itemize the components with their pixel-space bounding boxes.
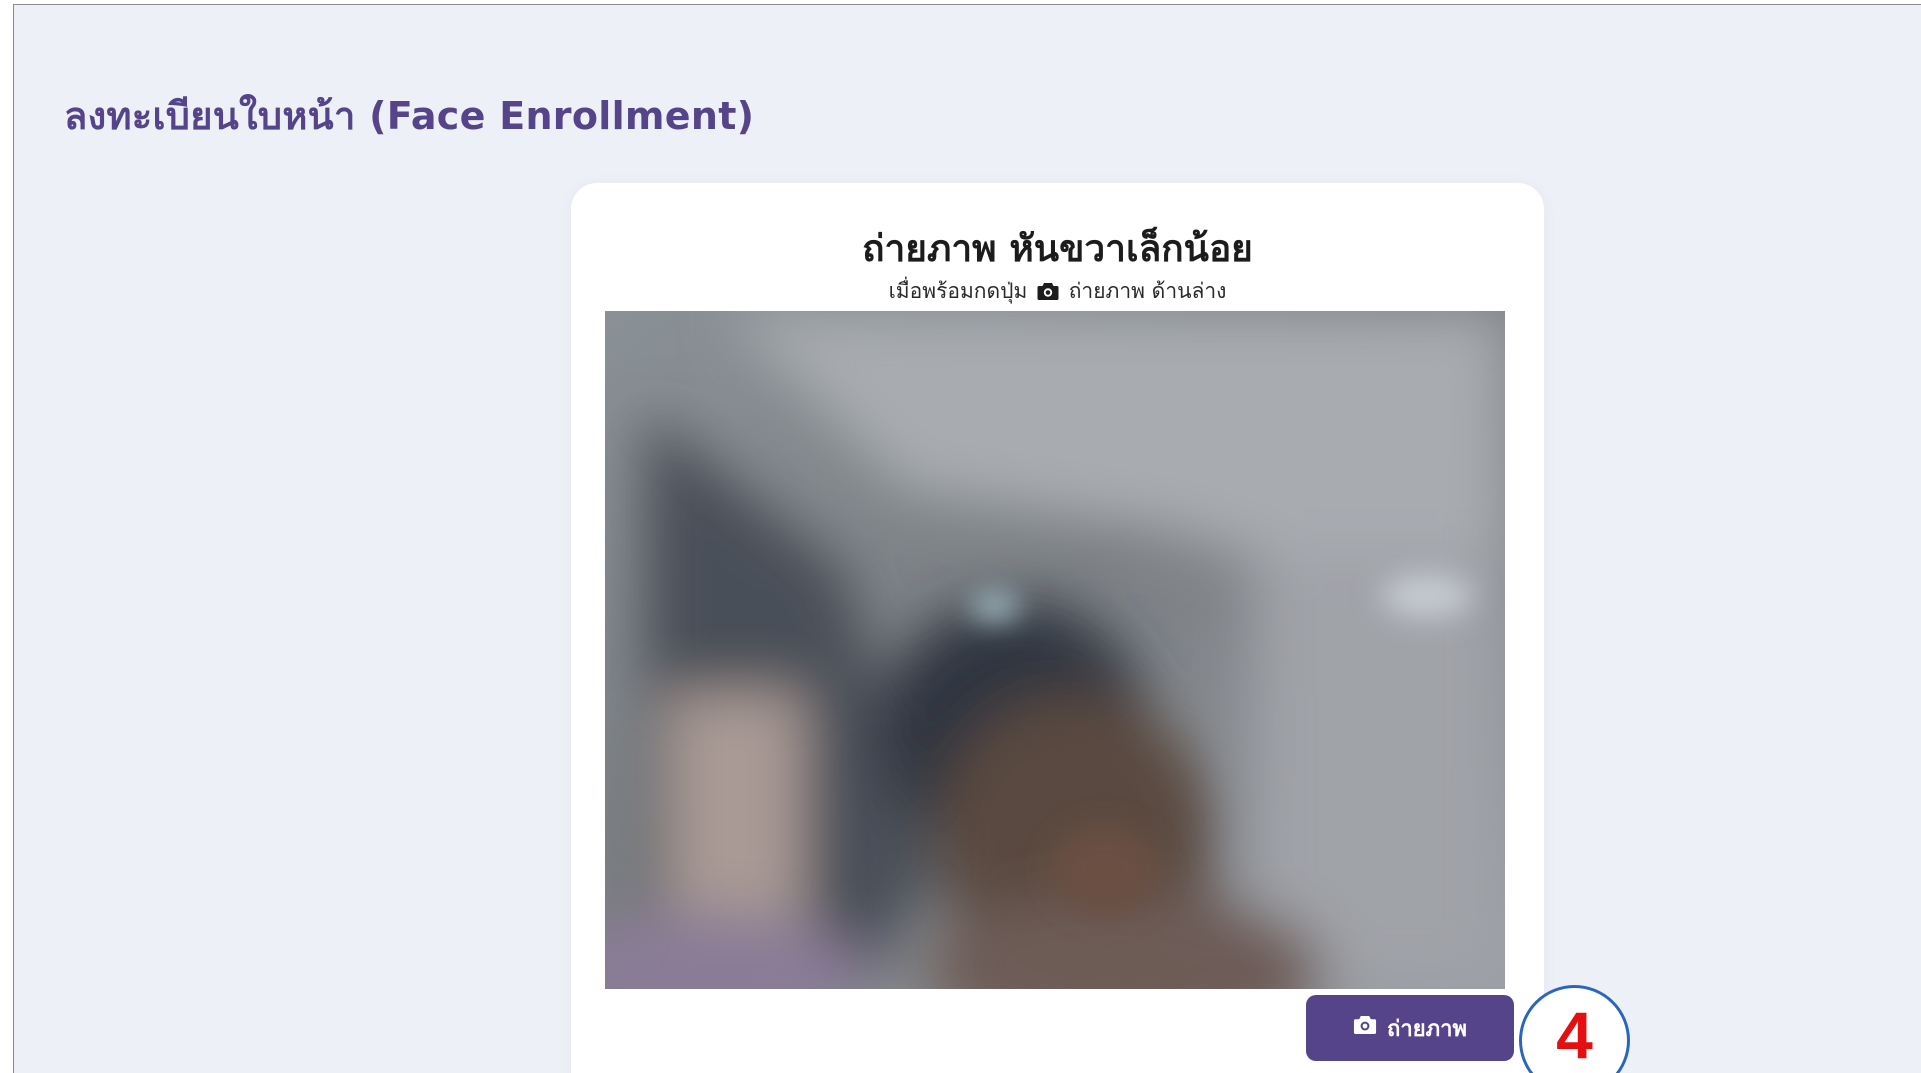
page-title: ลงทะเบียนใบหน้า (Face Enrollment) [64, 94, 755, 138]
camera-icon [1037, 282, 1059, 306]
capture-hint-text-before: เมื่อพร้อมกดปุ่ม [888, 279, 1028, 303]
capture-hint-text-after: ถ่ายภาพ ด้านล่าง [1068, 279, 1227, 303]
capture-instruction-title: ถ่ายภาพ หันขวาเล็กน้อย [862, 227, 1253, 270]
app-frame: ลงทะเบียนใบหน้า (Face Enrollment) ถ่ายภา… [13, 4, 1921, 1073]
camera-icon [1353, 1015, 1377, 1041]
capture-hint: เมื่อพร้อมกดปุ่ม ถ่ายภาพ ด้านล่าง [571, 275, 1544, 308]
capture-button-label: ถ่ายภาพ [1387, 1016, 1467, 1042]
capture-button[interactable]: ถ่ายภาพ [1306, 995, 1514, 1061]
step-number: 4 [1556, 998, 1593, 1072]
enrollment-card: ถ่ายภาพ หันขวาเล็กน้อย เมื่อพร้อมกดปุ่ม … [571, 183, 1544, 1073]
camera-preview [605, 311, 1505, 989]
